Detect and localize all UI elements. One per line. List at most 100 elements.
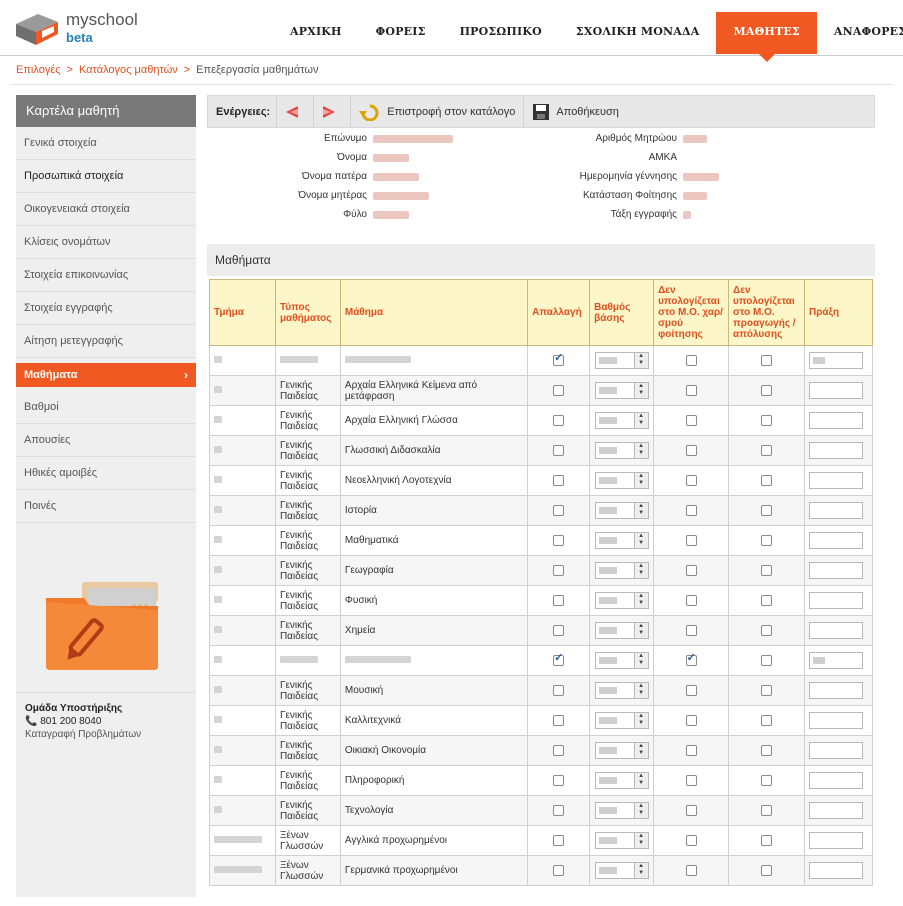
exclude-attendance-checkbox[interactable]	[685, 744, 697, 756]
exclude-attendance-checkbox[interactable]	[685, 684, 697, 696]
exclude-attendance-checkbox[interactable]	[685, 804, 697, 816]
sidebar-item-4[interactable]: Στοιχεία επικοινωνίας	[16, 259, 196, 292]
base-grade-stepper[interactable]: ▲ ▼	[594, 652, 649, 669]
act-input[interactable]	[809, 682, 863, 699]
act-input[interactable]	[809, 862, 863, 879]
act-input[interactable]	[809, 472, 863, 489]
base-grade-stepper[interactable]: ▲ ▼	[594, 682, 649, 699]
spinner-arrows-icon[interactable]: ▲ ▼	[633, 413, 648, 428]
sidebar-item-1[interactable]: Προσωπικά στοιχεία	[16, 160, 196, 193]
exclude-attendance-checkbox[interactable]	[685, 774, 697, 786]
spinner-arrows-icon[interactable]: ▲ ▼	[633, 863, 648, 878]
sidebar-item-2[interactable]: Οικογενειακά στοιχεία	[16, 193, 196, 226]
spinner-arrows-icon[interactable]: ▲ ▼	[633, 713, 648, 728]
act-input[interactable]	[809, 442, 863, 459]
spinner-arrows-icon[interactable]: ▲ ▼	[633, 503, 648, 518]
spinner-arrows-icon[interactable]: ▲ ▼	[633, 743, 648, 758]
exclude-promotion-checkbox[interactable]	[761, 594, 773, 606]
base-grade-stepper[interactable]: ▲ ▼	[594, 352, 649, 369]
exclude-attendance-checkbox[interactable]	[685, 714, 697, 726]
exempt-checkbox[interactable]	[553, 714, 565, 726]
exclude-attendance-checkbox[interactable]	[685, 474, 697, 486]
exclude-promotion-checkbox[interactable]	[761, 414, 773, 426]
sidebar-item-3[interactable]: Κλίσεις ονομάτων	[16, 226, 196, 259]
exempt-checkbox[interactable]	[553, 834, 565, 846]
base-grade-stepper[interactable]: ▲ ▼	[594, 772, 649, 789]
report-problems-link[interactable]: Καταγραφή Προβλημάτων	[25, 729, 196, 740]
act-input[interactable]	[809, 592, 863, 609]
act-input[interactable]	[809, 802, 863, 819]
exclude-promotion-checkbox[interactable]	[761, 354, 773, 366]
nav-item-1[interactable]: ΦΟΡΕΙΣ	[359, 12, 443, 54]
exclude-promotion-checkbox[interactable]	[761, 564, 773, 576]
exempt-checkbox[interactable]	[553, 504, 565, 516]
exclude-attendance-checkbox[interactable]	[685, 564, 697, 576]
nav-item-4[interactable]: ΜΑΘΗΤΕΣ	[716, 12, 817, 62]
exempt-checkbox[interactable]	[553, 684, 565, 696]
exclude-attendance-checkbox[interactable]	[685, 444, 697, 456]
spinner-arrows-icon[interactable]: ▲ ▼	[633, 593, 648, 608]
base-grade-stepper[interactable]: ▲ ▼	[594, 532, 649, 549]
base-grade-stepper[interactable]: ▲ ▼	[594, 622, 649, 639]
exclude-promotion-checkbox[interactable]	[761, 684, 773, 696]
exclude-promotion-checkbox[interactable]	[761, 474, 773, 486]
exclude-promotion-checkbox[interactable]	[761, 384, 773, 396]
spinner-arrows-icon[interactable]: ▲ ▼	[633, 623, 648, 638]
exempt-checkbox[interactable]	[553, 744, 565, 756]
base-grade-stepper[interactable]: ▲ ▼	[594, 502, 649, 519]
base-grade-stepper[interactable]: ▲ ▼	[594, 712, 649, 729]
breadcrumb-options[interactable]: Επιλογές	[16, 64, 61, 76]
base-grade-stepper[interactable]: ▲ ▼	[594, 562, 649, 579]
spinner-arrows-icon[interactable]: ▲ ▼	[633, 533, 648, 548]
base-grade-stepper[interactable]: ▲ ▼	[594, 802, 649, 819]
nav-item-0[interactable]: ΑΡΧΙΚΗ	[273, 12, 359, 54]
exempt-checkbox[interactable]	[553, 534, 565, 546]
exclude-attendance-checkbox[interactable]	[685, 504, 697, 516]
base-grade-stepper[interactable]: ▲ ▼	[594, 592, 649, 609]
save-button[interactable]: Αποθήκευση	[523, 96, 626, 127]
act-input[interactable]	[809, 622, 863, 639]
sidebar-item-9[interactable]: Απουσίες	[16, 424, 196, 457]
base-grade-stepper[interactable]: ▲ ▼	[594, 862, 649, 879]
sidebar-item-6[interactable]: Αίτηση μετεγγραφής	[16, 325, 196, 358]
base-grade-stepper[interactable]: ▲ ▼	[594, 382, 649, 399]
act-input[interactable]	[809, 412, 863, 429]
act-input[interactable]	[809, 712, 863, 729]
exclude-promotion-checkbox[interactable]	[761, 654, 773, 666]
spinner-arrows-icon[interactable]: ▲ ▼	[633, 473, 648, 488]
exclude-attendance-checkbox[interactable]	[685, 594, 697, 606]
exempt-checkbox[interactable]	[553, 414, 565, 426]
spinner-arrows-icon[interactable]: ▲ ▼	[633, 803, 648, 818]
exempt-checkbox[interactable]	[553, 864, 565, 876]
spinner-arrows-icon[interactable]: ▲ ▼	[633, 683, 648, 698]
exclude-promotion-checkbox[interactable]	[761, 444, 773, 456]
nav-item-5[interactable]: ΑΝΑΦΟΡΕΣ	[817, 12, 903, 54]
nav-item-2[interactable]: ΠΡΟΣΩΠΙΚΟ	[443, 12, 559, 54]
sidebar-item-11[interactable]: Ποινές	[16, 490, 196, 523]
exclude-promotion-checkbox[interactable]	[761, 774, 773, 786]
exclude-promotion-checkbox[interactable]	[761, 864, 773, 876]
breadcrumb-student-list[interactable]: Κατάλογος μαθητών	[79, 64, 178, 76]
act-input[interactable]	[809, 532, 863, 549]
base-grade-stepper[interactable]: ▲ ▼	[594, 442, 649, 459]
exclude-promotion-checkbox[interactable]	[761, 504, 773, 516]
act-input[interactable]	[809, 832, 863, 849]
nav-item-3[interactable]: ΣΧΟΛΙΚΗ ΜΟΝΑΔΑ	[559, 12, 717, 54]
act-input[interactable]	[809, 652, 863, 669]
exclude-promotion-checkbox[interactable]	[761, 834, 773, 846]
previous-button[interactable]	[276, 96, 313, 127]
myschool-logo[interactable]: myschool beta	[14, 10, 154, 50]
exclude-promotion-checkbox[interactable]	[761, 534, 773, 546]
exempt-checkbox[interactable]	[553, 594, 565, 606]
act-input[interactable]	[809, 382, 863, 399]
exclude-attendance-checkbox[interactable]	[685, 653, 697, 666]
sidebar-item-8[interactable]: Βαθμοί	[16, 391, 196, 424]
next-button[interactable]	[313, 96, 350, 127]
exempt-checkbox[interactable]	[553, 353, 565, 366]
exclude-attendance-checkbox[interactable]	[685, 414, 697, 426]
exclude-attendance-checkbox[interactable]	[685, 624, 697, 636]
exempt-checkbox[interactable]	[553, 564, 565, 576]
exclude-promotion-checkbox[interactable]	[761, 744, 773, 756]
exempt-checkbox[interactable]	[553, 384, 565, 396]
exempt-checkbox[interactable]	[553, 774, 565, 786]
